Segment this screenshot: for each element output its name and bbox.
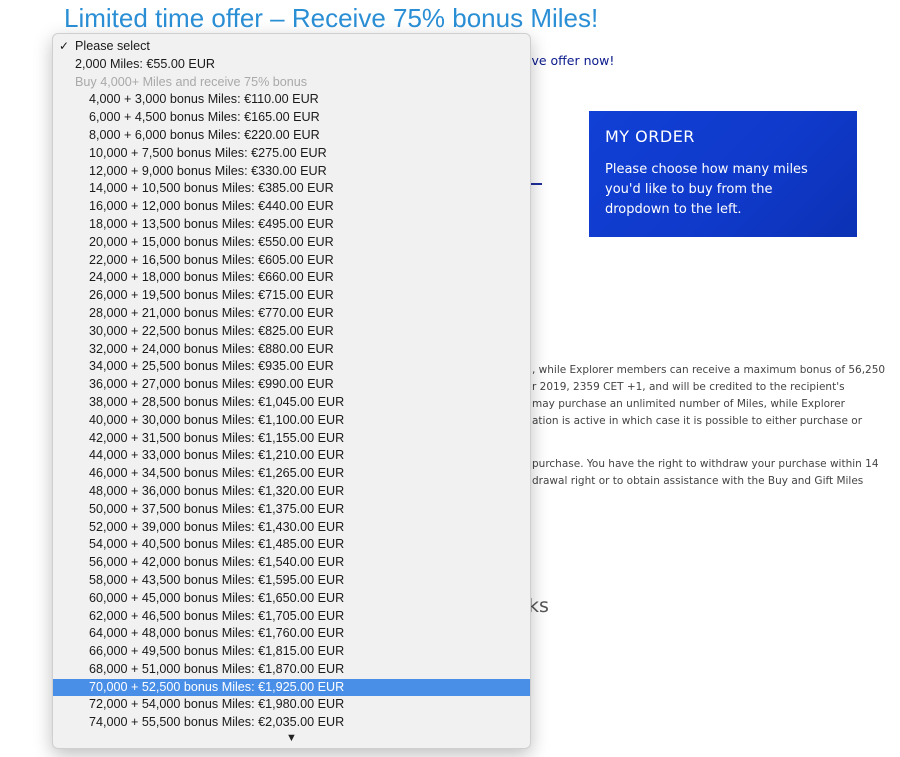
- option-item[interactable]: 42,000 + 31,500 bonus Miles: €1,155.00 E…: [53, 430, 530, 448]
- terms-line: drawal right or to obtain assistance wit…: [532, 475, 864, 487]
- scroll-down-arrow-icon[interactable]: ▼: [53, 732, 530, 744]
- option-item[interactable]: 26,000 + 19,500 bonus Miles: €715.00 EUR: [53, 287, 530, 305]
- option-item[interactable]: 32,000 + 24,000 bonus Miles: €880.00 EUR: [53, 341, 530, 359]
- terms-line: , while Explorer members can receive a m…: [532, 364, 886, 376]
- option-item[interactable]: 6,000 + 4,500 bonus Miles: €165.00 EUR: [53, 109, 530, 127]
- terms-line: may purchase an unlimited number of Mile…: [532, 398, 845, 410]
- option-item[interactable]: 36,000 + 27,000 bonus Miles: €990.00 EUR: [53, 376, 530, 394]
- option-item[interactable]: 40,000 + 30,000 bonus Miles: €1,100.00 E…: [53, 412, 530, 430]
- option-please-select[interactable]: ✓ Please select: [53, 38, 530, 56]
- option-item[interactable]: 50,000 + 37,500 bonus Miles: €1,375.00 E…: [53, 501, 530, 519]
- order-summary-panel: MY ORDER Please choose how many miles yo…: [589, 111, 857, 237]
- option-item[interactable]: 56,000 + 42,000 bonus Miles: €1,540.00 E…: [53, 554, 530, 572]
- option-item[interactable]: 44,000 + 33,000 bonus Miles: €1,210.00 E…: [53, 447, 530, 465]
- option-item[interactable]: 74,000 + 55,500 bonus Miles: €2,035.00 E…: [53, 714, 530, 732]
- option-item[interactable]: 52,000 + 39,000 bonus Miles: €1,430.00 E…: [53, 519, 530, 537]
- page-headline: Limited time offer – Receive 75% bonus M…: [64, 3, 599, 33]
- option-item[interactable]: 64,000 + 48,000 bonus Miles: €1,760.00 E…: [53, 625, 530, 643]
- option-highlighted[interactable]: 70,000 + 52,500 bonus Miles: €1,925.00 E…: [53, 678, 530, 697]
- option-item[interactable]: 62,000 + 46,500 bonus Miles: €1,705.00 E…: [53, 608, 530, 626]
- checkmark-icon: ✓: [59, 39, 70, 53]
- option-label: Please select: [75, 39, 150, 53]
- option-item[interactable]: 20,000 + 15,000 bonus Miles: €550.00 EUR: [53, 234, 530, 252]
- option-item[interactable]: 38,000 + 28,500 bonus Miles: €1,045.00 E…: [53, 394, 530, 412]
- option-item[interactable]: 4,000 + 3,000 bonus Miles: €110.00 EUR: [53, 91, 530, 109]
- optgroup-label: Buy 4,000+ Miles and receive 75% bonus: [75, 74, 308, 89]
- option-item[interactable]: 48,000 + 36,000 bonus Miles: €1,320.00 E…: [53, 483, 530, 501]
- option-item[interactable]: 18,000 + 13,500 bonus Miles: €495.00 EUR: [53, 216, 530, 234]
- option-item[interactable]: 58,000 + 43,500 bonus Miles: €1,595.00 E…: [53, 572, 530, 590]
- option-list: ✓ Please select 2,000 Miles: €55.00 EUR …: [53, 38, 530, 732]
- option-item[interactable]: 66,000 + 49,500 bonus Miles: €1,815.00 E…: [53, 643, 530, 661]
- option-item[interactable]: 54,000 + 40,500 bonus Miles: €1,485.00 E…: [53, 536, 530, 554]
- option-item[interactable]: 34,000 + 25,500 bonus Miles: €935.00 EUR: [53, 358, 530, 376]
- section-heading-fragment: ks: [528, 595, 549, 617]
- option-item[interactable]: 60,000 + 45,000 bonus Miles: €1,650.00 E…: [53, 590, 530, 608]
- option-item[interactable]: 22,000 + 16,500 bonus Miles: €605.00 EUR: [53, 252, 530, 270]
- option-item[interactable]: 12,000 + 9,000 bonus Miles: €330.00 EUR: [53, 163, 530, 181]
- option-item[interactable]: 28,000 + 21,000 bonus Miles: €770.00 EUR: [53, 305, 530, 323]
- option-item[interactable]: 10,000 + 7,500 bonus Miles: €275.00 EUR: [53, 145, 530, 163]
- miles-select-dropdown[interactable]: ✓ Please select 2,000 Miles: €55.00 EUR …: [52, 33, 531, 749]
- terms-paragraph-1: , while Explorer members can receive a m…: [532, 362, 885, 430]
- option-item[interactable]: 24,000 + 18,000 bonus Miles: €660.00 EUR: [53, 269, 530, 287]
- option-item[interactable]: 72,000 + 54,000 bonus Miles: €1,980.00 E…: [53, 696, 530, 714]
- option-item[interactable]: 8,000 + 6,000 bonus Miles: €220.00 EUR: [53, 127, 530, 145]
- terms-line: r 2019, 2359 CET +1, and will be credite…: [532, 381, 845, 393]
- order-instructions: Please choose how many miles you'd like …: [605, 162, 808, 217]
- option-item[interactable]: 68,000 + 51,000 bonus Miles: €1,870.00 E…: [53, 661, 530, 679]
- terms-paragraph-2: purchase. You have the right to withdraw…: [532, 456, 879, 490]
- option-item[interactable]: 46,000 + 34,500 bonus Miles: €1,265.00 E…: [53, 465, 530, 483]
- option-item[interactable]: 16,000 + 12,000 bonus Miles: €440.00 EUR: [53, 198, 530, 216]
- terms-line: ation is active in which case it is poss…: [532, 415, 863, 427]
- order-title: MY ORDER: [605, 127, 695, 146]
- terms-line: purchase. You have the right to withdraw…: [532, 458, 879, 470]
- option-item[interactable]: 14,000 + 10,500 bonus Miles: €385.00 EUR: [53, 180, 530, 198]
- option-base[interactable]: 2,000 Miles: €55.00 EUR: [53, 56, 530, 74]
- option-item[interactable]: 30,000 + 22,500 bonus Miles: €825.00 EUR: [53, 323, 530, 341]
- offer-link[interactable]: ive offer now!: [528, 53, 614, 68]
